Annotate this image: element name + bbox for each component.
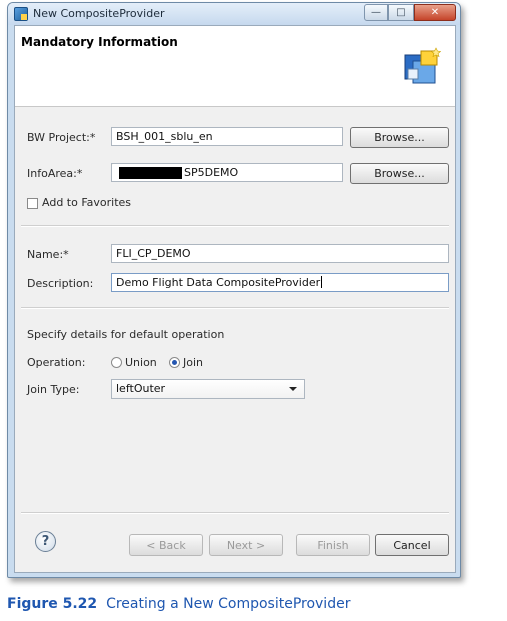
add-to-favorites-checkbox[interactable]	[27, 198, 38, 209]
window-title: New CompositeProvider	[33, 7, 165, 20]
dialog-window: New CompositeProvider — □ ✕ Mandatory In…	[7, 2, 461, 578]
join-radio[interactable]	[169, 357, 180, 368]
back-button[interactable]: < Back	[129, 534, 203, 556]
chevron-down-icon	[289, 387, 297, 391]
separator	[21, 307, 449, 309]
help-icon: ?	[41, 534, 50, 549]
figure-number: Figure 5.22	[7, 596, 98, 612]
join-type-value: leftOuter	[116, 382, 166, 395]
close-icon: ✕	[430, 7, 440, 18]
banner-title: Mandatory Information	[21, 35, 178, 49]
description-label: Description:	[27, 277, 94, 290]
app-icon	[14, 7, 28, 21]
description-value: Demo Flight Data CompositeProvider	[116, 276, 321, 289]
redacted-block	[119, 167, 182, 179]
name-field[interactable]: FLI_CP_DEMO	[111, 244, 449, 263]
separator	[21, 225, 449, 227]
bw-project-label: BW Project:*	[27, 131, 96, 144]
union-label: Union	[125, 356, 157, 369]
cancel-button[interactable]: Cancel	[375, 534, 449, 556]
minimize-button[interactable]: —	[364, 4, 388, 21]
separator	[21, 512, 449, 514]
maximize-button[interactable]: □	[388, 4, 414, 21]
join-label: Join	[183, 356, 204, 369]
join-type-dropdown[interactable]: leftOuter	[111, 379, 305, 399]
infoarea-field[interactable]: ⚫ SP5DEMO	[111, 163, 343, 182]
infoarea-label: InfoArea:*	[27, 167, 83, 180]
composite-provider-wizard-icon	[404, 47, 441, 84]
add-to-favorites-label: Add to Favorites	[42, 196, 132, 209]
window-controls: — □ ✕	[364, 4, 456, 22]
description-field[interactable]: Demo Flight Data CompositeProvider	[111, 273, 449, 292]
finish-button[interactable]: Finish	[296, 534, 370, 556]
content-assist-bulb-icon: ⚫	[112, 164, 115, 169]
next-button[interactable]: Next >	[209, 534, 283, 556]
title-bar[interactable]: New CompositeProvider — □ ✕	[8, 3, 460, 25]
browse-infoarea-button[interactable]: Browse...	[350, 163, 449, 184]
help-button[interactable]: ?	[35, 531, 56, 552]
browse-project-button[interactable]: Browse...	[350, 127, 449, 148]
text-cursor	[321, 276, 323, 288]
figure-caption-text: Creating a New CompositeProvider	[106, 596, 351, 612]
minimize-icon: —	[371, 7, 381, 18]
maximize-icon: □	[396, 7, 406, 18]
union-radio[interactable]	[111, 357, 122, 368]
dialog-content: Mandatory Information BW Project:* BSH_0…	[14, 25, 456, 573]
figure-caption: Figure 5.22 Creating a New CompositeProv…	[7, 596, 350, 612]
join-type-label: Join Type:	[27, 383, 80, 396]
close-button[interactable]: ✕	[414, 4, 456, 21]
wizard-banner: Mandatory Information	[15, 26, 455, 107]
details-heading: Specify details for default operation	[27, 328, 225, 341]
bw-project-field[interactable]: BSH_001_sblu_en	[111, 127, 343, 146]
name-label: Name:*	[27, 248, 69, 261]
infoarea-value: SP5DEMO	[184, 166, 239, 179]
operation-label: Operation:	[27, 356, 86, 369]
